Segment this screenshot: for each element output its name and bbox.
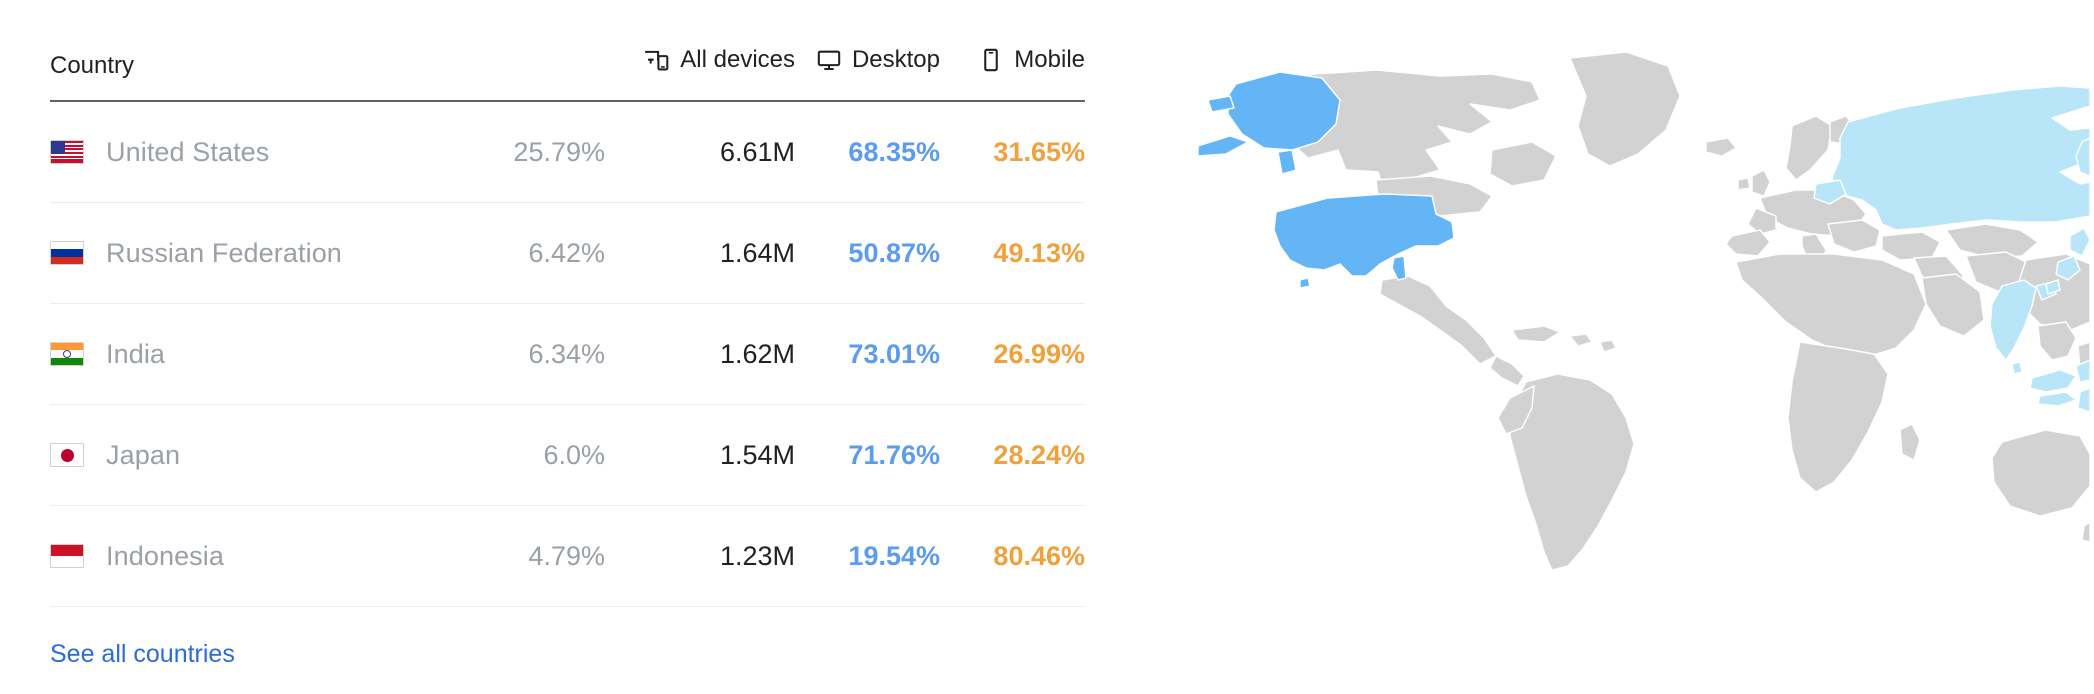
table-row[interactable]: Japan 6.0% 1.54M 71.76% 28.24%	[50, 404, 1085, 506]
country-name: Russian Federation	[106, 237, 342, 268]
country-name: Japan	[106, 439, 181, 470]
column-header-desktop-label: Desktop	[851, 46, 940, 73]
country-name: Indonesia	[106, 540, 224, 571]
column-header-desktop[interactable]: Desktop	[795, 46, 940, 102]
cell-mobile: 31.65%	[940, 101, 1085, 203]
cell-all-devices: 1.62M	[605, 303, 795, 405]
column-header-mobile[interactable]: Mobile	[940, 46, 1085, 102]
cell-desktop: 68.35%	[795, 101, 940, 203]
country-table: Country All devices Desktop Mobile Unite…	[50, 46, 1085, 607]
table-row[interactable]: Russian Federation 6.42% 1.64M 50.87% 49…	[50, 202, 1085, 304]
cell-all-devices: 6.61M	[605, 101, 795, 203]
column-header-all-devices-label: All devices	[680, 46, 795, 73]
cell-country: Russian Federation	[50, 202, 425, 304]
map-region-india[interactable]	[1989, 279, 2037, 361]
flag-icon-russian-federation	[50, 241, 84, 265]
cell-share: 6.42%	[425, 202, 605, 304]
country-name: United States	[106, 136, 270, 167]
cell-country: United States	[50, 101, 425, 203]
table-row[interactable]: Indonesia 4.79% 1.23M 19.54% 80.46%	[50, 505, 1085, 607]
column-header-share	[425, 46, 605, 102]
table-header-row: Country All devices Desktop Mobile	[50, 46, 1085, 102]
cell-desktop: 71.76%	[795, 404, 940, 506]
cell-all-devices: 1.54M	[605, 404, 795, 506]
cell-country: India	[50, 303, 425, 405]
cell-desktop: 73.01%	[795, 303, 940, 405]
map-region-japan[interactable]	[2069, 227, 2090, 257]
map-region-indonesia[interactable]	[2029, 369, 2077, 393]
table-header: Country All devices Desktop Mobile	[50, 46, 1085, 102]
cell-mobile: 26.99%	[940, 303, 1085, 405]
map-region-russia[interactable]	[1831, 85, 2090, 231]
cell-mobile: 80.46%	[940, 505, 1085, 607]
country-stats-widget: Country All devices Desktop Mobile Unite…	[0, 0, 2094, 694]
cell-mobile: 28.24%	[940, 404, 1085, 506]
flag-icon-united-states	[50, 140, 84, 164]
cell-country: Japan	[50, 404, 425, 506]
table-body: United States 25.79% 6.61M 68.35% 31.65%	[50, 101, 1085, 607]
flag-icon-japan	[50, 443, 84, 467]
cell-desktop: 50.87%	[795, 202, 940, 304]
see-all-countries-link[interactable]: See all countries	[50, 640, 235, 669]
country-table-panel: Country All devices Desktop Mobile Unite…	[50, 46, 1085, 607]
column-header-country-label: Country	[50, 52, 135, 79]
column-header-all-devices[interactable]: All devices	[605, 46, 795, 102]
world-map[interactable]	[1140, 30, 2090, 590]
cell-desktop: 19.54%	[795, 505, 940, 607]
all-devices-icon	[644, 47, 670, 73]
cell-share: 6.34%	[425, 303, 605, 405]
flag-icon-indonesia	[50, 544, 84, 568]
mobile-icon	[978, 47, 1004, 73]
cell-all-devices: 1.23M	[605, 505, 795, 607]
table-row[interactable]: India 6.34% 1.62M 73.01% 26.99%	[50, 303, 1085, 405]
country-name: India	[106, 338, 166, 369]
column-header-mobile-label: Mobile	[1014, 46, 1085, 73]
desktop-icon	[816, 47, 842, 73]
cell-mobile: 49.13%	[940, 202, 1085, 304]
cell-share: 6.0%	[425, 404, 605, 506]
column-header-country[interactable]: Country	[50, 46, 425, 102]
cell-share: 25.79%	[425, 101, 605, 203]
table-row[interactable]: United States 25.79% 6.61M 68.35% 31.65%	[50, 101, 1085, 203]
world-map-svg	[1197, 51, 2090, 571]
cell-country: Indonesia	[50, 505, 425, 607]
cell-all-devices: 1.64M	[605, 202, 795, 304]
cell-share: 4.79%	[425, 505, 605, 607]
flag-icon-india	[50, 342, 84, 366]
